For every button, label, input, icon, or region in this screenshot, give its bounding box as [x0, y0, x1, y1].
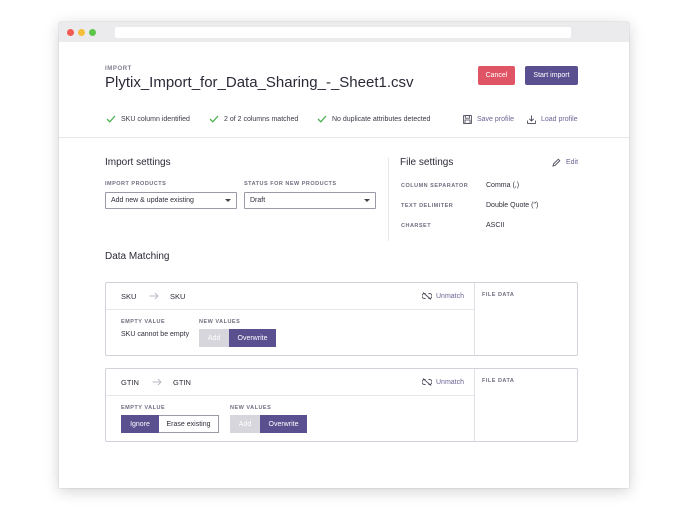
- save-profile-label: Save profile: [477, 116, 514, 123]
- load-profile-label: Load profile: [541, 116, 578, 123]
- unmatch-button[interactable]: Unmatch: [422, 292, 464, 300]
- match-card-gtin: GTIN GTIN Unmatch FILE DATA EMPTY VALUE …: [105, 368, 578, 442]
- start-import-button[interactable]: Start import: [525, 66, 578, 85]
- cancel-button[interactable]: Cancel: [478, 66, 515, 85]
- page-title: Plytix_Import_for_Data_Sharing_-_Sheet1.…: [105, 74, 414, 91]
- arrow-right-icon: [149, 292, 159, 300]
- new-values-label: NEW VALUES: [199, 319, 241, 325]
- file-data-label: FILE DATA: [482, 378, 515, 384]
- close-window-dot[interactable]: [67, 29, 74, 36]
- check-icon: [106, 115, 116, 123]
- import-products-select[interactable]: Add new & update existing: [105, 192, 237, 209]
- pencil-icon: [552, 158, 561, 167]
- new-values-add-option[interactable]: Add: [230, 415, 260, 433]
- edit-file-settings-link[interactable]: Edit: [552, 158, 578, 167]
- status-new-products-value: Draft: [250, 197, 266, 204]
- check-sku-identified: SKU column identified: [106, 115, 190, 123]
- file-data-divider: [474, 283, 475, 355]
- status-new-products-label: STATUS FOR NEW PRODUCTS: [244, 181, 337, 187]
- check-icon: [209, 115, 219, 123]
- card-row-divider: [106, 309, 474, 310]
- source-column-label: SKU: [121, 292, 137, 301]
- new-values-toggle: Add Overwrite: [199, 329, 276, 347]
- status-new-products-select[interactable]: Draft: [244, 192, 376, 209]
- match-card-sku: SKU SKU Unmatch FILE DATA EMPTY VALUE SK…: [105, 282, 578, 356]
- caret-down-icon: [225, 199, 231, 202]
- column-separator-key: COLUMN SEPARATOR: [401, 183, 469, 189]
- new-values-overwrite-option[interactable]: Overwrite: [260, 415, 307, 433]
- check-icon: [317, 115, 327, 123]
- text-delimiter-value: Double Quote ("): [486, 202, 539, 209]
- empty-value-label: EMPTY VALUE: [121, 405, 166, 411]
- text-delimiter-key: TEXT DELIMITER: [401, 203, 454, 209]
- load-profile-link[interactable]: Load profile: [527, 115, 578, 124]
- file-settings-title: File settings: [400, 157, 454, 168]
- empty-value-note: SKU cannot be empty: [121, 331, 190, 338]
- check-label: SKU column identified: [121, 115, 190, 123]
- charset-key: CHARSET: [401, 223, 432, 229]
- minimize-window-dot[interactable]: [78, 29, 85, 36]
- page-eyebrow: IMPORT: [105, 66, 132, 72]
- check-no-duplicates: No duplicate attributes detected: [317, 115, 430, 123]
- import-settings-title: Import settings: [105, 157, 171, 168]
- import-products-value: Add new & update existing: [111, 197, 194, 204]
- caret-down-icon: [364, 199, 370, 202]
- empty-value-erase-option[interactable]: Erase existing: [159, 415, 219, 433]
- source-column-label: GTIN: [121, 378, 139, 387]
- unlink-icon: [422, 292, 432, 300]
- unmatch-button[interactable]: Unmatch: [422, 378, 464, 386]
- save-profile-link[interactable]: Save profile: [463, 115, 514, 124]
- target-attribute-label: GTIN: [173, 378, 191, 387]
- settings-divider: [388, 158, 389, 241]
- data-matching-title: Data Matching: [105, 251, 170, 262]
- empty-value-toggle: Ignore Erase existing: [121, 415, 219, 433]
- check-label: 2 of 2 columns matched: [224, 115, 299, 123]
- check-columns-matched: 2 of 2 columns matched: [209, 115, 298, 123]
- import-products-label: IMPORT PRODUCTS: [105, 181, 167, 187]
- unmatch-label: Unmatch: [436, 292, 465, 300]
- empty-value-label: EMPTY VALUE: [121, 319, 166, 325]
- unmatch-label: Unmatch: [436, 378, 465, 386]
- address-bar[interactable]: [115, 27, 571, 38]
- column-separator-value: Comma (,): [486, 182, 520, 189]
- charset-value: ASCII: [486, 222, 505, 229]
- empty-value-ignore-option[interactable]: Ignore: [121, 415, 159, 433]
- file-data-divider: [474, 369, 475, 441]
- arrow-right-icon: [152, 378, 162, 386]
- new-values-add-option[interactable]: Add: [199, 329, 229, 347]
- browser-window: IMPORT Plytix_Import_for_Data_Sharing_-_…: [59, 22, 629, 488]
- file-data-label: FILE DATA: [482, 292, 515, 298]
- maximize-window-dot[interactable]: [89, 29, 96, 36]
- check-label: No duplicate attributes detected: [332, 115, 431, 123]
- new-values-overwrite-option[interactable]: Overwrite: [229, 329, 276, 347]
- save-icon: [463, 115, 472, 124]
- title-bar: [59, 22, 629, 42]
- new-values-label: NEW VALUES: [230, 405, 272, 411]
- new-values-toggle: Add Overwrite: [230, 415, 307, 433]
- edit-label: Edit: [566, 159, 579, 166]
- card-row-divider: [106, 395, 474, 396]
- header-divider: [59, 137, 629, 138]
- target-attribute-label: SKU: [170, 292, 186, 301]
- download-icon: [527, 115, 536, 124]
- unlink-icon: [422, 378, 432, 386]
